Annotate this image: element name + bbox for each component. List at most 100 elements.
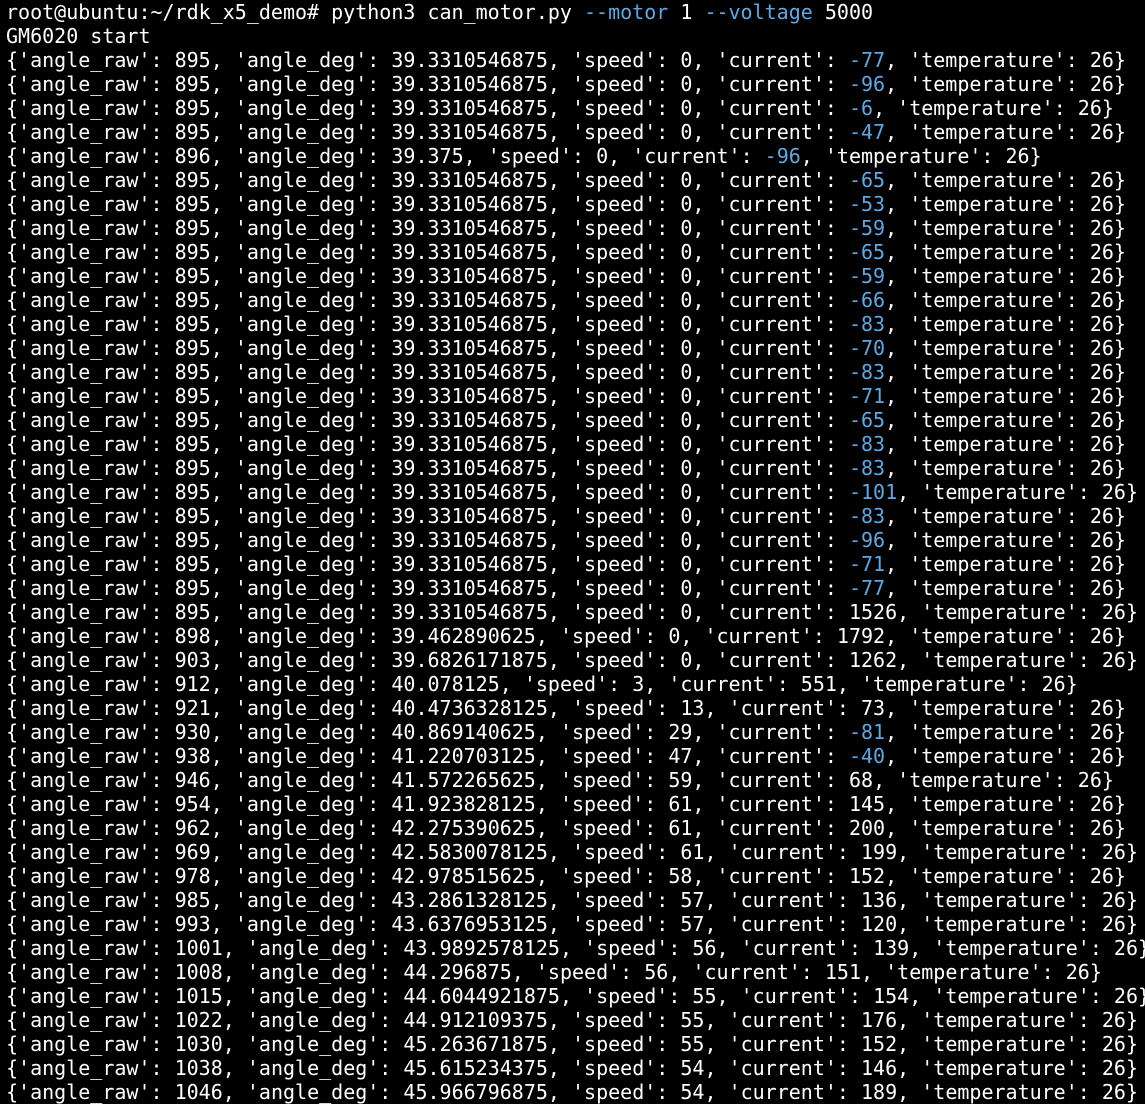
log-speed-value: 58 bbox=[668, 864, 693, 888]
log-angle-raw-value: 895 bbox=[174, 312, 211, 336]
log-angle-deg-value: 39.3310546875 bbox=[391, 528, 548, 552]
log-temperature-value: 26 bbox=[1089, 528, 1114, 552]
log-angle-deg-value: 39.3310546875 bbox=[391, 408, 548, 432]
voltage-flag: --voltage bbox=[704, 0, 813, 24]
log-current-value: 551 bbox=[800, 672, 837, 696]
log-speed-value: 0 bbox=[680, 288, 693, 312]
log-angle-deg-value: 45.263671875 bbox=[403, 1032, 548, 1056]
log-angle-deg-value: 42.275390625 bbox=[391, 816, 536, 840]
log-angle-deg-value: 40.869140625 bbox=[391, 720, 536, 744]
log-angle-raw-value: 962 bbox=[174, 816, 211, 840]
log-angle-raw-value: 954 bbox=[174, 792, 211, 816]
log-line: {'angle_raw': 895, 'angle_deg': 39.33105… bbox=[6, 168, 1126, 192]
log-current-value: -77 bbox=[848, 48, 886, 72]
log-angle-deg-value: 39.3310546875 bbox=[391, 504, 548, 528]
log-angle-raw-value: 930 bbox=[174, 720, 211, 744]
log-speed-value: 0 bbox=[680, 216, 693, 240]
log-speed-value: 61 bbox=[668, 816, 693, 840]
log-temperature-value: 26 bbox=[1089, 456, 1114, 480]
log-current-value: -65 bbox=[848, 168, 886, 192]
log-angle-deg-value: 39.3310546875 bbox=[391, 552, 548, 576]
log-current-value: -83 bbox=[848, 504, 886, 528]
log-angle-raw-value: 895 bbox=[174, 360, 211, 384]
log-temperature-value: 26 bbox=[1089, 192, 1114, 216]
log-temperature-value: 26 bbox=[1077, 96, 1102, 120]
log-angle-deg-value: 41.923828125 bbox=[391, 792, 536, 816]
log-temperature-value: 26 bbox=[1089, 360, 1114, 384]
log-angle-raw-value: 903 bbox=[174, 648, 211, 672]
log-temperature-value: 26 bbox=[1089, 336, 1114, 360]
log-line: {'angle_raw': 895, 'angle_deg': 39.33105… bbox=[6, 240, 1126, 264]
log-angle-deg-value: 42.5830078125 bbox=[391, 840, 548, 864]
log-speed-value: 0 bbox=[680, 600, 693, 624]
log-speed-value: 56 bbox=[692, 936, 717, 960]
log-line: {'angle_raw': 895, 'angle_deg': 39.33105… bbox=[6, 432, 1126, 456]
log-angle-raw-value: 895 bbox=[174, 192, 211, 216]
log-speed-value: 0 bbox=[680, 72, 693, 96]
log-speed-value: 57 bbox=[680, 888, 705, 912]
log-current-value: 154 bbox=[873, 984, 910, 1008]
log-current-value: -83 bbox=[848, 432, 886, 456]
log-line: {'angle_raw': 912, 'angle_deg': 40.07812… bbox=[6, 672, 1078, 696]
log-angle-raw-value: 898 bbox=[174, 624, 211, 648]
log-speed-value: 55 bbox=[680, 1032, 705, 1056]
log-line: {'angle_raw': 895, 'angle_deg': 39.33105… bbox=[6, 120, 1126, 144]
log-angle-raw-value: 946 bbox=[174, 768, 211, 792]
log-angle-raw-value: 895 bbox=[174, 576, 211, 600]
log-speed-value: 0 bbox=[680, 432, 693, 456]
log-speed-value: 0 bbox=[680, 120, 693, 144]
log-temperature-value: 26 bbox=[1113, 984, 1138, 1008]
log-angle-raw-value: 978 bbox=[174, 864, 211, 888]
log-current-value: -65 bbox=[848, 408, 886, 432]
log-speed-value: 61 bbox=[680, 840, 705, 864]
log-temperature-value: 26 bbox=[1101, 648, 1126, 672]
log-angle-deg-value: 45.966796875 bbox=[403, 1080, 548, 1104]
log-line: {'angle_raw': 895, 'angle_deg': 39.33105… bbox=[6, 552, 1126, 576]
log-line: {'angle_raw': 978, 'angle_deg': 42.97851… bbox=[6, 864, 1126, 888]
log-angle-deg-value: 44.912109375 bbox=[403, 1008, 548, 1032]
log-speed-value: 0 bbox=[680, 240, 693, 264]
log-angle-raw-value: 1022 bbox=[174, 1008, 223, 1032]
log-speed-value: 13 bbox=[680, 696, 705, 720]
log-speed-value: 0 bbox=[680, 504, 693, 528]
log-speed-value: 0 bbox=[680, 648, 693, 672]
log-temperature-value: 26 bbox=[1089, 696, 1114, 720]
log-temperature-value: 26 bbox=[1101, 840, 1126, 864]
log-line: {'angle_raw': 1001, 'angle_deg': 43.9892… bbox=[6, 936, 1145, 960]
log-current-value: 151 bbox=[824, 960, 862, 984]
log-line: {'angle_raw': 1038, 'angle_deg': 45.6152… bbox=[6, 1056, 1138, 1080]
log-line: {'angle_raw': 954, 'angle_deg': 41.92382… bbox=[6, 792, 1126, 816]
log-line: {'angle_raw': 1046, 'angle_deg': 45.9667… bbox=[6, 1080, 1138, 1104]
log-speed-value: 29 bbox=[668, 720, 693, 744]
log-line: {'angle_raw': 895, 'angle_deg': 39.33105… bbox=[6, 408, 1126, 432]
log-angle-raw-value: 896 bbox=[174, 144, 211, 168]
log-angle-raw-value: 895 bbox=[174, 48, 211, 72]
log-temperature-value: 26 bbox=[1101, 1008, 1126, 1032]
log-speed-value: 0 bbox=[680, 408, 693, 432]
log-speed-value: 59 bbox=[668, 768, 693, 792]
log-line: {'angle_raw': 1008, 'angle_deg': 44.2968… bbox=[6, 960, 1102, 984]
log-temperature-value: 26 bbox=[1089, 72, 1114, 96]
log-temperature-value: 26 bbox=[1101, 480, 1126, 504]
log-speed-value: 0 bbox=[680, 360, 693, 384]
log-angle-deg-value: 44.6044921875 bbox=[403, 984, 560, 1008]
log-temperature-value: 26 bbox=[1101, 888, 1126, 912]
log-speed-value: 0 bbox=[680, 336, 693, 360]
log-line: {'angle_raw': 895, 'angle_deg': 39.33105… bbox=[6, 96, 1114, 120]
log-angle-raw-value: 895 bbox=[174, 528, 211, 552]
log-temperature-value: 26 bbox=[1089, 288, 1114, 312]
log-temperature-value: 26 bbox=[1101, 912, 1126, 936]
log-speed-value: 0 bbox=[668, 624, 681, 648]
log-angle-deg-value: 40.4736328125 bbox=[391, 696, 548, 720]
log-speed-value: 57 bbox=[680, 912, 705, 936]
log-speed-value: 0 bbox=[680, 480, 693, 504]
terminal-window[interactable]: root@ubuntu:~/rdk_x5_demo# python3 can_m… bbox=[0, 0, 1145, 1104]
log-current-value: 68 bbox=[848, 768, 874, 792]
log-speed-value: 0 bbox=[680, 528, 693, 552]
log-angle-raw-value: 1038 bbox=[174, 1056, 223, 1080]
log-angle-deg-value: 39.3310546875 bbox=[391, 72, 548, 96]
log-angle-raw-value: 895 bbox=[174, 600, 211, 624]
log-temperature-value: 26 bbox=[1113, 936, 1138, 960]
log-temperature-value: 26 bbox=[1089, 744, 1114, 768]
log-current-value: -53 bbox=[848, 192, 886, 216]
